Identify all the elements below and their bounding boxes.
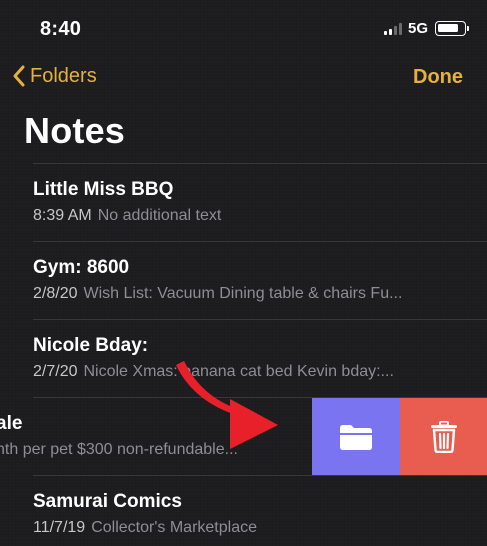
signal-icon bbox=[384, 23, 406, 35]
note-date: 2/8/20 bbox=[33, 285, 78, 302]
back-button[interactable]: Folders bbox=[12, 64, 97, 88]
note-title: ale bbox=[0, 413, 23, 434]
note-preview: nth per pet $300 non-refundable... bbox=[0, 441, 238, 458]
note-row[interactable]: Little Miss BBQ 8:39 AM No additional tex… bbox=[0, 164, 487, 241]
note-date: 11/7/19 bbox=[33, 519, 86, 536]
note-date: 2/7/20 bbox=[33, 363, 78, 380]
move-to-folder-button[interactable] bbox=[312, 398, 400, 475]
note-row-swiped[interactable]: ale nth per pet $300 non-refundable... bbox=[0, 398, 487, 475]
delete-button[interactable] bbox=[400, 398, 487, 475]
note-row[interactable]: Gym: 8600 2/8/20 Wish List: Vacuum Dining… bbox=[0, 242, 487, 319]
chevron-left-icon bbox=[13, 65, 25, 87]
status-bar: 8:40 5G bbox=[0, 0, 487, 52]
note-row[interactable]: Nicole Bday: 2/7/20 Nicole Xmas: banana c… bbox=[0, 320, 487, 397]
note-title: Samurai Comics bbox=[33, 491, 182, 512]
folder-icon bbox=[340, 424, 372, 450]
note-preview: Nicole Xmas: banana cat bed Kevin bday:.… bbox=[83, 363, 394, 380]
trash-icon bbox=[430, 420, 457, 453]
note-title: Nicole Bday: bbox=[33, 335, 149, 356]
status-time: 8:40 bbox=[40, 18, 82, 40]
back-button-label: Folders bbox=[30, 64, 97, 87]
note-preview: Collector's Marketplace bbox=[91, 519, 257, 536]
note-preview: No additional text bbox=[97, 207, 222, 224]
page-title: Notes bbox=[24, 110, 126, 151]
notes-list: Little Miss BBQ 8:39 AM No additional tex… bbox=[0, 163, 487, 546]
note-title: Little Miss BBQ bbox=[33, 179, 174, 200]
battery-icon bbox=[435, 21, 469, 36]
note-preview: Wish List: Vacuum Dining table & chairs … bbox=[83, 285, 403, 302]
done-button[interactable]: Done bbox=[413, 66, 463, 89]
note-row[interactable]: Samurai Comics 11/7/19 Collector's Market… bbox=[0, 476, 487, 546]
note-title: Gym: 8600 bbox=[33, 257, 130, 278]
network-type: 5G bbox=[408, 20, 429, 37]
note-date: 8:39 AM bbox=[33, 207, 92, 224]
